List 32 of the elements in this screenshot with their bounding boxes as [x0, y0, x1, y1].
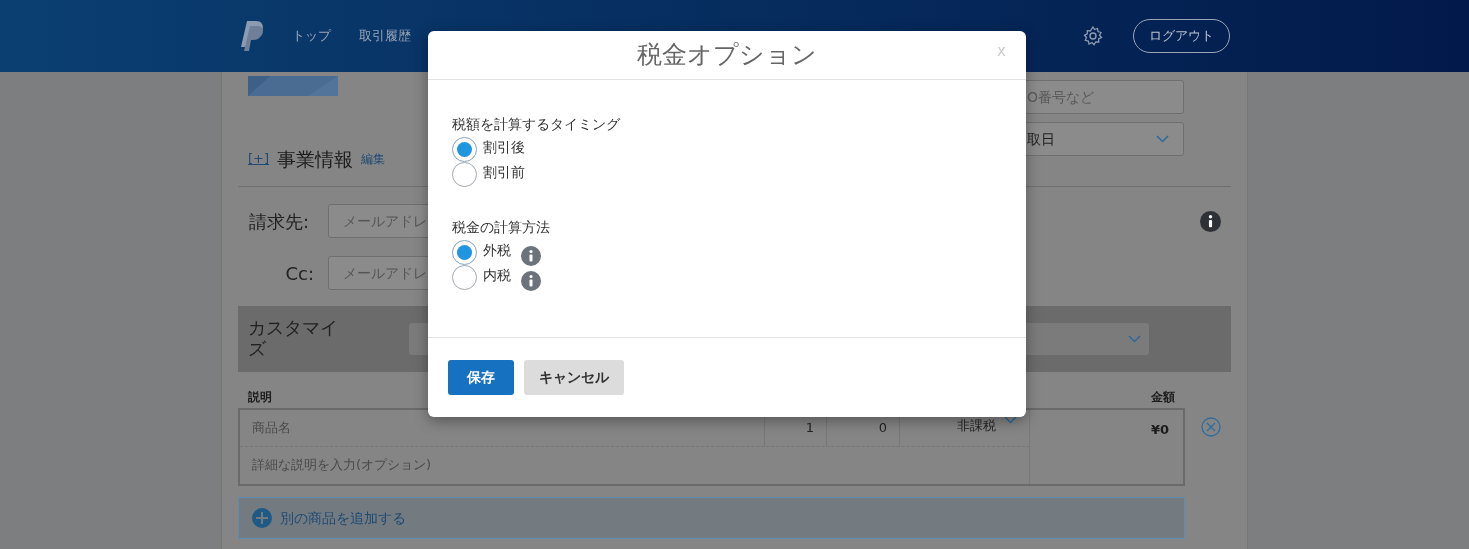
group-label: 税金の計算方法	[452, 218, 551, 237]
chevron-down-icon	[1004, 416, 1017, 424]
field-label: Cc:	[284, 261, 315, 286]
amount-text: ¥0	[1149, 421, 1170, 439]
add-item-button[interactable]: 別の商品を追加する	[238, 497, 1185, 539]
customize-label: カスタマイズ	[248, 318, 339, 360]
edit-link[interactable]: 編集	[361, 150, 386, 168]
radio-button[interactable]	[452, 137, 477, 162]
option-label: 外税	[483, 241, 511, 260]
save-button[interactable]: 保存	[448, 360, 514, 395]
radio-button[interactable]	[452, 265, 477, 290]
group-label: 税額を計算するタイミング	[452, 115, 621, 134]
plus-icon	[252, 508, 272, 528]
option-label: 割引後	[483, 138, 525, 157]
modal-title: 税金オプション	[637, 39, 817, 72]
column-header: 説明	[248, 389, 272, 406]
option-label: 割引前	[483, 163, 525, 182]
column-header: 金額	[1151, 389, 1175, 406]
settings-icon[interactable]	[1083, 26, 1103, 46]
radio-button[interactable]	[452, 162, 477, 187]
nav-link[interactable]: トップ	[292, 26, 331, 46]
chevron-down-icon	[1128, 335, 1141, 343]
section-title: 事業情報	[277, 146, 354, 172]
chevron-down-icon	[1156, 135, 1169, 143]
cancel-button[interactable]: キャンセル	[524, 360, 624, 395]
radio-button[interactable]	[452, 240, 477, 265]
info-icon[interactable]	[1200, 210, 1221, 232]
option-label: 内税	[483, 266, 511, 285]
logo-icon[interactable]	[240, 21, 264, 51]
nav-link[interactable]: 取引履歴	[359, 26, 411, 46]
expand-toggle[interactable]: [+]	[248, 149, 270, 169]
field-label: 請求先:	[248, 209, 311, 234]
